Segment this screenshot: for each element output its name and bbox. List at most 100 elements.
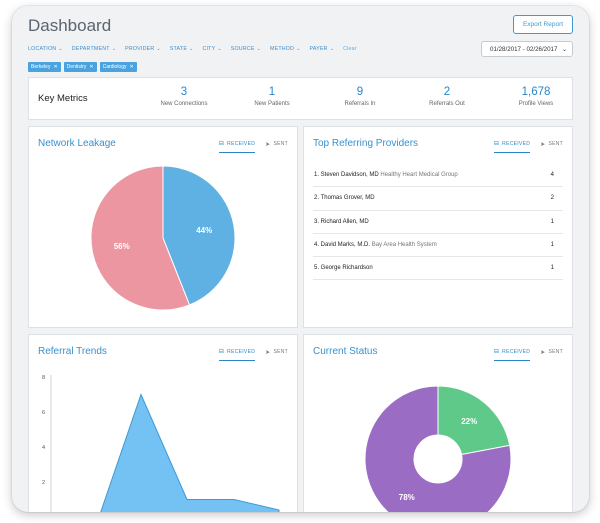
filter-source[interactable]: SOURCE ⌄ [231,46,261,52]
filter-bar: LOCATION ⌄ DEPARTMENT ⌄ PROVIDER ⌄ STATE ⌄ C… [28,46,357,52]
close-icon[interactable]: ✕ [53,64,57,70]
tab-label: SENT [273,141,288,147]
filter-provider[interactable]: PROVIDER ⌄ [125,46,161,52]
send-icon: ➤ [265,141,271,148]
metric-caption: Referrals In [344,101,376,107]
metric-value: 9 [356,86,364,98]
filter-payer[interactable]: PAYER ⌄ [310,46,335,52]
card-title: Current Status [313,346,378,357]
network-leakage-card: Network Leakage ⊟ RECEIVED ➤ SENT 44% 56% [28,126,298,328]
metric-profile-views: 1,678 Profile Views [491,86,581,107]
filter-label: METHOD [269,46,295,52]
provider-name: 2. Thomas Grover, MD [314,195,375,202]
chevron-down-icon: ⌄ [561,46,567,53]
chevron-down-icon: ⌄ [156,46,161,52]
pie-slice-label: 56% [114,242,130,251]
chip-label: Dentistry [66,64,87,70]
tab-sent[interactable]: ➤ SENT [265,140,288,153]
current-status-card: Current Status ⊟ RECEIVED ➤ SENT 22% 78% [303,334,573,512]
filter-city[interactable]: CITY ⌄ [202,46,221,52]
inbox-icon: ⊟ [218,141,225,147]
metric-referrals-in: 9 Referrals In [315,86,405,107]
inbox-icon: ⊟ [218,349,225,355]
area-series[interactable] [99,393,280,513]
tab-label: RECEIVED [227,140,256,147]
filter-chip: Berkeley ✕ [28,62,61,72]
chevron-down-icon: ⌄ [256,46,261,52]
filter-method[interactable]: METHOD ⌄ [270,46,301,52]
tab-group: ⊟ RECEIVED ➤ SENT [493,348,563,361]
tab-label: SENT [548,349,563,355]
close-icon[interactable]: ✕ [89,64,93,70]
date-range-value: 01/28/2017 - 02/26/2017 [490,45,558,53]
tab-label: RECEIVED [502,140,531,147]
filter-label: CITY [202,46,216,52]
clear-filters-link[interactable]: Clear [343,46,357,52]
tab-label: SENT [273,349,288,355]
filter-label: PAYER [309,46,328,52]
y-tick-label: 8 [42,375,45,381]
pie-slice-label: 78% [399,493,415,502]
tab-received[interactable]: ⊟ RECEIVED [493,348,531,361]
referral-count: 1 [550,265,554,272]
pie-slice-label: 44% [196,226,212,235]
chip-label: Cardiology [102,64,127,70]
tab-group: ⊟ RECEIVED ➤ SENT [493,140,563,153]
y-tick-label: 6 [42,410,45,416]
tab-sent[interactable]: ➤ SENT [540,140,563,153]
metric-referrals-out: 2 Referrals Out [402,86,492,107]
filter-label: SOURCE [230,46,255,52]
provider-list: 1. Steven Davidson, MD Healthy Heart Med… [313,164,563,281]
provider-name: 3. Richard Allen, MD [314,218,369,225]
tab-received[interactable]: ⊟ RECEIVED [218,140,256,153]
tab-sent[interactable]: ➤ SENT [540,348,563,361]
table-row[interactable]: 3. Richard Allen, MD 1 [313,211,563,234]
tab-group: ⊟ RECEIVED ➤ SENT [218,140,288,153]
send-icon: ➤ [540,141,546,148]
active-filter-chips: Berkeley ✕ Dentistry ✕ Cardiology ✕ [28,62,137,72]
metric-value: 1 [268,86,276,98]
filter-department[interactable]: DEPARTMENT ⌄ [72,46,116,52]
tab-label: RECEIVED [227,348,256,355]
dashboard-window: Dashboard Export Report LOCATION ⌄ DEPART… [12,6,589,512]
filter-chip: Cardiology ✕ [99,62,137,72]
y-tick-label: 2 [42,480,45,486]
close-icon[interactable]: ✕ [130,64,134,70]
provider-name: 1. Steven Davidson, MD [314,172,379,179]
metric-caption: Referrals Out [429,101,465,107]
table-row[interactable]: 2. Thomas Grover, MD 2 [313,187,563,211]
metric-new-patients: 1 New Patients [227,86,317,107]
tab-sent[interactable]: ➤ SENT [265,348,288,361]
provider-org: Bay Area Health System [371,242,437,249]
card-title: Top Referring Providers [313,138,419,149]
inbox-icon: ⊟ [493,349,500,355]
pie-slice[interactable] [364,385,512,512]
filter-label: PROVIDER [125,46,155,52]
table-row[interactable]: 5. George Richardson 1 [313,257,563,281]
provider-name: 5. George Richardson [314,265,373,272]
key-metrics-label: Key Metrics [38,93,88,104]
export-report-button[interactable]: Export Report [513,15,573,34]
chip-label: Berkeley [31,64,51,70]
chevron-down-icon: ⌄ [58,46,63,52]
tab-received[interactable]: ⊟ RECEIVED [218,348,256,361]
send-icon: ➤ [540,349,546,356]
table-row[interactable]: 4. David Marks, M.D. Bay Area Health Sys… [313,234,563,258]
chevron-down-icon: ⌄ [111,46,117,52]
tab-received[interactable]: ⊟ RECEIVED [493,140,531,153]
filter-location[interactable]: LOCATION ⌄ [28,46,63,52]
date-range-picker[interactable]: 01/28/2017 - 02/26/2017 ⌄ [481,41,573,57]
referral-count: 2 [550,195,554,202]
chevron-down-icon: ⌄ [296,46,301,52]
chevron-down-icon: ⌄ [189,46,194,52]
tab-label: RECEIVED [502,348,531,355]
table-row[interactable]: 1. Steven Davidson, MD Healthy Heart Med… [313,164,563,188]
metric-value: 2 [443,86,451,98]
page-title: Dashboard [28,16,112,35]
filter-state[interactable]: STATE ⌄ [170,46,194,52]
network-leakage-pie-chart: 44% 56% [90,165,236,311]
tab-group: ⊟ RECEIVED ➤ SENT [218,348,288,361]
referral-count: 1 [550,218,554,225]
metric-caption: New Connections [160,101,208,107]
metric-caption: Profile Views [518,101,554,107]
